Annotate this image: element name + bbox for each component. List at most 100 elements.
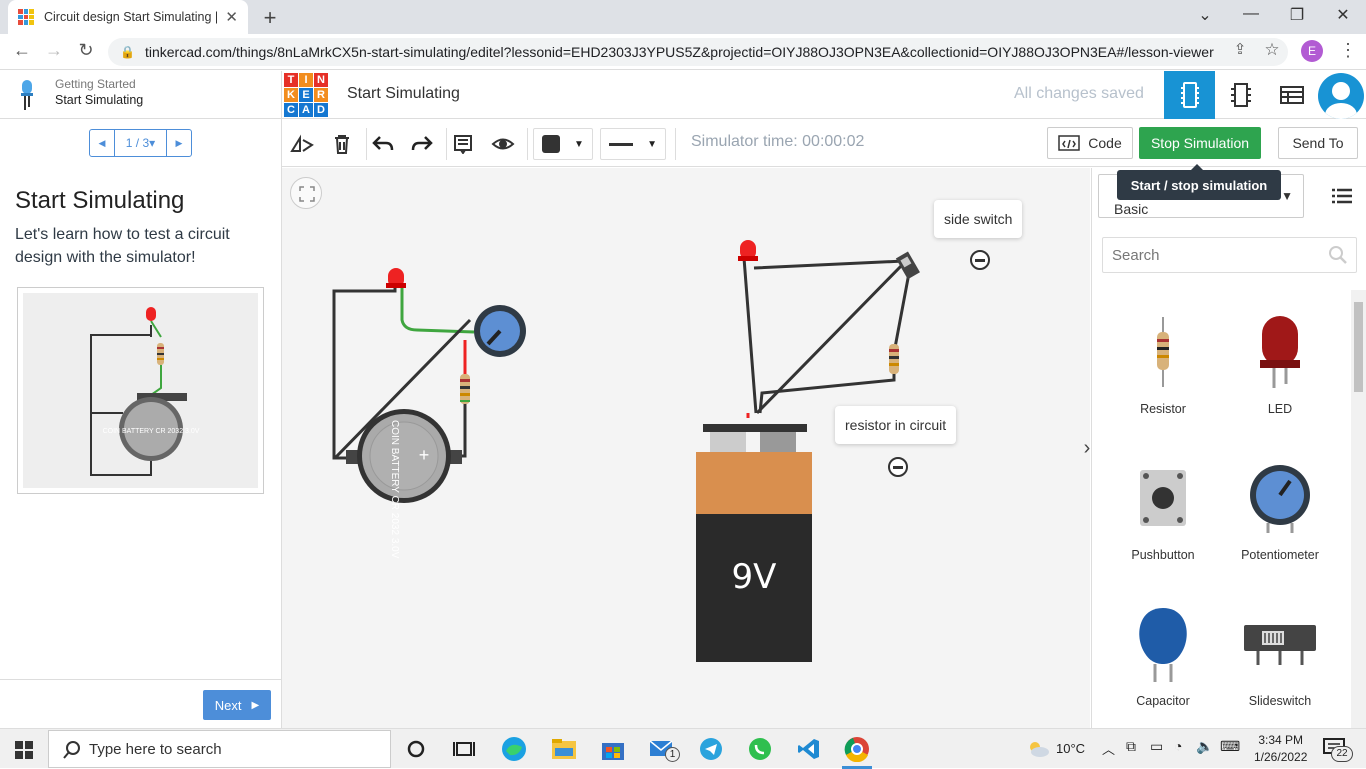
component-slideswitch[interactable]: Slideswitch [1225,594,1335,708]
tab-search-chevron-icon[interactable]: ⌄ [1190,5,1220,25]
tinkercad-logo[interactable]: T I N K E R C A D [284,73,328,117]
design-title[interactable]: Start Simulating [347,85,460,103]
telegram-icon[interactable] [697,735,725,763]
note-icon [454,135,472,154]
right-circuit[interactable]: 9V [696,240,920,662]
schematic-view-button[interactable] [1215,71,1266,119]
notification-count: 22 [1331,746,1353,762]
collapse-callout-icon[interactable] [888,457,908,477]
component-led[interactable]: LED [1225,302,1335,416]
panel-scrollbar[interactable] [1351,290,1366,728]
windows-start-icon[interactable] [15,741,33,759]
breadcrumb-parent[interactable]: Getting Started [55,77,136,91]
notes-tool[interactable] [450,132,476,156]
lesson-pager: ◀ 1 / 3 ▾ ▶ [89,129,192,157]
send-to-button[interactable]: Send To [1278,127,1358,159]
minimize-icon[interactable]: — [1236,5,1266,23]
eye-icon [491,138,515,150]
taskbar-search-box[interactable]: Type here to search [48,730,391,768]
vscode-icon[interactable] [795,735,823,763]
undo-tool[interactable] [370,132,396,156]
prev-page-icon[interactable]: ◀ [90,130,114,156]
stop-simulation-button[interactable]: Stop Simulation [1139,127,1261,159]
page-indicator-dropdown[interactable]: 1 / 3 ▾ [114,130,167,156]
visibility-tool[interactable] [490,132,516,156]
component-capacitor[interactable]: Capacitor [1108,594,1218,708]
close-tab-icon[interactable]: ✕ [225,8,238,26]
system-clock[interactable]: 3:34 PM 1/26/2022 [1254,732,1307,766]
tray-app-icon[interactable]: ⧉ [1126,738,1136,755]
window-close-icon[interactable]: ✕ [1328,5,1358,25]
browser-tab[interactable]: Circuit design Start Simulating | T ✕ [8,0,248,34]
keyboard-icon[interactable]: ⌨ [1220,738,1240,755]
scrollbar-thumb[interactable] [1354,302,1363,392]
task-view-icon[interactable] [450,735,478,763]
undo-icon [372,136,394,151]
left-circuit[interactable]: COIN BATTERY CR 2032 3.0V + [332,268,526,559]
lesson-footer: Next ▶ [0,679,281,728]
url-field[interactable]: 🔒 tinkercad.com/things/8nLaMrkCX5n-start… [108,38,1288,66]
lesson-preview-image: COIN BATTERY CR 2032 3.0V [17,287,264,494]
bookmark-star-icon[interactable]: ☆ [1260,40,1284,60]
next-page-icon[interactable]: ▶ [167,130,191,156]
component-search-input[interactable] [1102,237,1357,273]
reload-icon[interactable]: ↻ [74,40,98,61]
resistor-callout[interactable]: resistor in circuit [835,406,957,444]
coin-battery[interactable]: COIN BATTERY CR 2032 3.0V + [346,409,462,559]
wire-style-dropdown[interactable]: ▼ [600,128,666,160]
logo-letter: C [284,103,298,117]
logo-letter: D [314,103,328,117]
profile-avatar[interactable]: E [1301,40,1323,62]
back-icon[interactable]: ← [10,40,34,61]
circuit-view-button[interactable] [1164,71,1215,119]
components-panel: Basic ▼ Resistor [1091,168,1366,728]
tray-chevron-up-icon[interactable]: ︿ [1102,739,1115,758]
toolbar-divider [527,128,528,160]
volume-icon[interactable]: 🔈 [1196,738,1213,755]
forward-icon[interactable]: → [42,40,66,61]
share-icon[interactable]: ⇪ [1228,40,1252,58]
delete-tool[interactable] [329,132,355,156]
workplane-canvas[interactable]: COIN BATTERY CR 2032 3.0V + 9V side swit… [282,168,1090,728]
browser-menu-icon[interactable]: ⋮ [1336,40,1360,61]
weather-cloud-icon[interactable] [1026,740,1050,758]
chrome-icon[interactable] [843,735,871,763]
component-list-view-button[interactable] [1266,71,1317,119]
side-switch-callout[interactable]: side switch [934,200,1023,238]
start-stop-tooltip: Start / stop simulation [1117,164,1281,200]
collapse-callout-icon[interactable] [970,250,990,270]
wifi-icon[interactable]: ◔ [1174,738,1182,754]
microsoft-store-icon[interactable] [599,735,627,763]
new-tab-icon[interactable]: + [258,5,282,31]
notification-center-icon[interactable]: 22 [1323,738,1353,762]
potentiometer[interactable] [474,305,526,357]
restore-icon[interactable]: ❐ [1282,5,1312,25]
next-button[interactable]: Next ▶ [203,690,271,720]
mail-icon[interactable]: 1 [649,735,680,763]
whatsapp-icon[interactable] [746,735,774,763]
edge-browser-icon[interactable] [500,735,528,763]
logo-letter: E [299,88,313,102]
component-potentiometer[interactable]: Potentiometer [1225,448,1335,562]
cortana-icon[interactable] [402,735,430,763]
toolbar-divider [675,128,676,160]
logo-letter: K [284,88,298,102]
component-label: Potentiometer [1241,548,1319,562]
category-value: Basic [1114,201,1149,217]
pushbutton-icon [1140,470,1186,526]
rotate-tool[interactable] [289,132,315,156]
redo-tool[interactable] [409,132,435,156]
battery-icon[interactable]: ▭ [1150,738,1163,755]
wire-color-dropdown[interactable]: ▼ [533,128,593,160]
code-button[interactable]: Code [1047,127,1133,159]
slide-switch[interactable] [895,251,920,280]
component-resistor[interactable]: Resistor [1108,302,1218,416]
battery-9v[interactable]: 9V [696,424,812,662]
list-view-icon[interactable] [1332,188,1352,204]
file-explorer-icon[interactable] [550,735,578,763]
component-pushbutton[interactable]: Pushbutton [1108,448,1218,562]
user-avatar[interactable] [1318,73,1364,119]
component-label: LED [1267,402,1293,416]
temperature[interactable]: 10°C [1056,741,1085,756]
chevron-down-icon: ▼ [1281,189,1293,203]
